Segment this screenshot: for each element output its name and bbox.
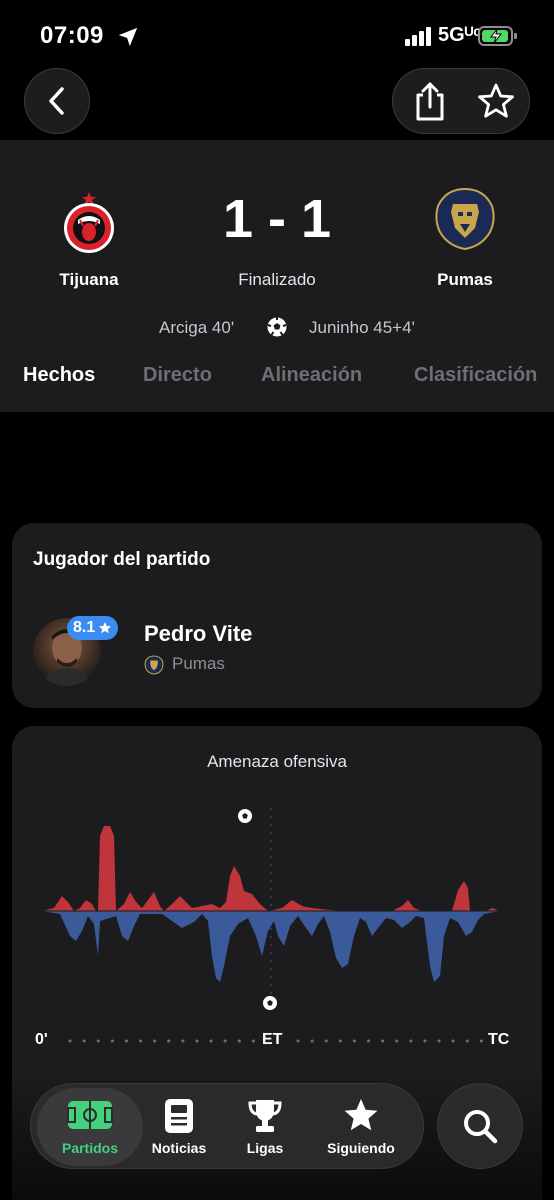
pitch-icon: [67, 1101, 113, 1129]
tab-alineacion[interactable]: Alineación: [261, 364, 362, 387]
home-team-name[interactable]: Tijuana: [19, 270, 159, 290]
back-button[interactable]: [24, 68, 90, 134]
match-score: 1 - 1: [222, 189, 332, 249]
player-name: Pedro Vite: [144, 621, 253, 646]
goal-marker-home: [238, 809, 252, 823]
tijuana-crest-icon: [64, 192, 114, 253]
nav-item-partidos[interactable]: Partidos: [37, 1088, 143, 1166]
home-scorer: Arciga 40': [159, 318, 235, 337]
tab-hechos[interactable]: Hechos: [23, 364, 95, 387]
favorite-star-icon[interactable]: [477, 82, 515, 122]
network-type: 5Gᵁᶜ: [438, 24, 481, 46]
match-status: Finalizado: [238, 270, 316, 289]
player-team: Pumas: [172, 654, 225, 673]
rating-star-icon: [99, 622, 112, 634]
battery-charging-icon: [478, 26, 517, 46]
player-rating-badge: 8.1: [67, 616, 119, 640]
away-momentum-area: [42, 911, 500, 982]
star-icon: [344, 1099, 378, 1131]
nav-item-noticias[interactable]: Noticias: [143, 1084, 215, 1170]
nav-item-ligas[interactable]: Ligas: [227, 1084, 303, 1170]
away-team-name[interactable]: Pumas: [395, 270, 535, 290]
away-scorer: Juninho 45+4': [309, 318, 415, 337]
timeline-end-label: TC: [488, 1031, 510, 1048]
home-momentum-area: [42, 826, 500, 911]
nav-label-noticias: Noticias: [151, 1140, 207, 1156]
timeline-dots-second-half: [296, 1039, 486, 1043]
player-of-match-card[interactable]: Jugador del partido 8.1 Pedro Vite Pumas: [12, 523, 542, 708]
location-arrow-icon: [118, 27, 138, 47]
goal-marker-away: [263, 996, 277, 1010]
nav-label-ligas: Ligas: [246, 1140, 284, 1156]
share-icon[interactable]: [411, 81, 449, 123]
card-title: Jugador del partido: [33, 549, 211, 570]
match-header: Tijuana 1 - 1 Finalizado Pumas Arciga 40…: [0, 68, 554, 412]
status-time: 07:09: [40, 22, 104, 49]
chevron-left-icon: [49, 87, 64, 115]
momentum-title: Amenaza ofensiva: [207, 752, 347, 771]
bottom-tab-bar: Partidos Noticias Ligas Siguiendo: [30, 1083, 424, 1169]
cellular-signal-icon: [405, 27, 431, 46]
status-bar: 07:09 5Gᵁᶜ: [0, 0, 554, 70]
pumas-small-crest-icon: [144, 655, 164, 675]
pumas-crest-icon: [435, 187, 495, 251]
news-icon: [165, 1099, 193, 1133]
timeline-dots-first-half: [68, 1039, 258, 1043]
trophy-icon: [248, 1100, 282, 1132]
nav-item-siguiendo[interactable]: Siguiendo: [315, 1084, 407, 1170]
player-rating: 8.1: [73, 619, 96, 636]
tab-clasificacion[interactable]: Clasificación: [414, 364, 537, 387]
timeline-start-label: 0': [35, 1031, 48, 1048]
timeline-halftime-label: ET: [262, 1031, 283, 1048]
nav-label-partidos: Partidos: [61, 1140, 118, 1156]
tab-directo[interactable]: Directo: [143, 364, 212, 387]
search-button[interactable]: [437, 1083, 523, 1169]
search-icon: [464, 1110, 498, 1144]
header-actions: [392, 68, 530, 134]
match-tabs: Hechos Directo Alineación Clasificación: [0, 364, 554, 394]
soccer-ball-icon: [267, 317, 287, 337]
nav-label-siguiendo: Siguiendo: [327, 1140, 395, 1156]
momentum-chart: [42, 808, 500, 1010]
